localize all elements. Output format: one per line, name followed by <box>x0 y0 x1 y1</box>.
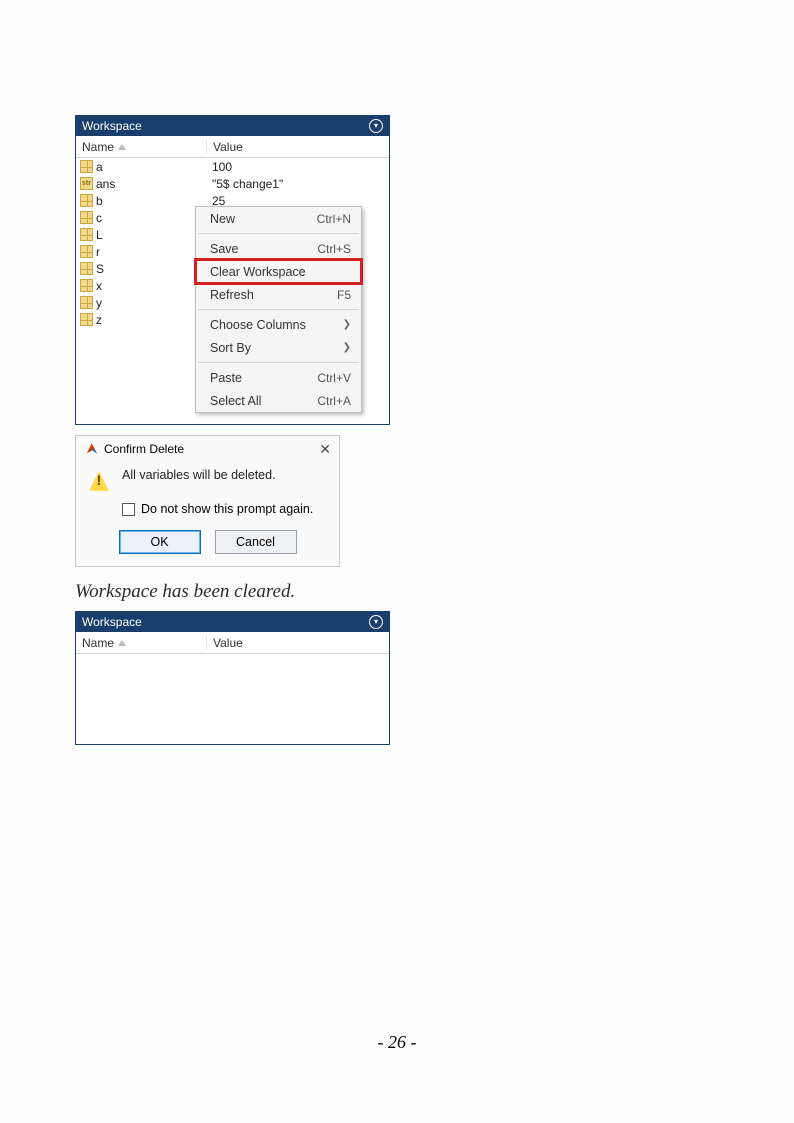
ctx-paste[interactable]: Paste Ctrl+V <box>196 366 361 389</box>
sort-ascending-icon <box>118 144 126 150</box>
separator <box>198 233 359 234</box>
col-name-label: Name <box>82 636 114 650</box>
numeric-var-icon <box>80 279 93 292</box>
variable-name: S <box>96 262 104 276</box>
numeric-var-icon <box>80 160 93 173</box>
panel-titlebar: Workspace ▾ <box>76 116 389 136</box>
col-header-name[interactable]: Name <box>76 636 206 650</box>
ctx-select-all[interactable]: Select All Ctrl+A <box>196 389 361 412</box>
variable-name: c <box>96 211 102 225</box>
panel-titlebar: Workspace ▾ <box>76 612 389 632</box>
separator <box>198 309 359 310</box>
warning-icon <box>88 470 110 492</box>
variable-value: 100 <box>206 160 389 174</box>
ctx-save-label: Save <box>210 242 317 256</box>
workspace-empty-body <box>76 654 389 744</box>
panel-menu-icon[interactable]: ▾ <box>369 119 383 133</box>
variable-name: ans <box>96 177 115 191</box>
variable-name: b <box>96 194 103 208</box>
workspace-columns-header: Name Value <box>76 136 389 158</box>
dialog-title: Confirm Delete <box>104 442 184 456</box>
col-value-label: Value <box>213 636 243 650</box>
panel-menu-icon[interactable]: ▾ <box>369 615 383 629</box>
page-number: - 26 - <box>0 1032 794 1053</box>
context-menu: New Ctrl+N Save Ctrl+S Clear Workspace R… <box>195 206 362 413</box>
variable-row[interactable]: strans "5$ change1" <box>76 175 389 192</box>
ctx-sort-by[interactable]: Sort By ❯ <box>196 336 361 359</box>
variable-name: a <box>96 160 103 174</box>
chevron-right-icon: ❯ <box>343 342 351 353</box>
ctx-refresh[interactable]: Refresh F5 <box>196 283 361 306</box>
ctx-choose-columns[interactable]: Choose Columns ❯ <box>196 313 361 336</box>
cancel-button[interactable]: Cancel <box>215 530 297 554</box>
string-var-icon: str <box>80 177 93 190</box>
matlab-logo-icon <box>84 442 98 456</box>
variable-name: z <box>96 313 102 327</box>
ctx-refresh-shortcut: F5 <box>337 288 351 302</box>
col-header-name[interactable]: Name <box>76 140 206 154</box>
dont-show-checkbox[interactable] <box>122 503 135 516</box>
ctx-clear-workspace[interactable]: Clear Workspace <box>196 260 361 283</box>
numeric-var-icon <box>80 313 93 326</box>
numeric-var-icon <box>80 228 93 241</box>
ctx-refresh-label: Refresh <box>210 288 337 302</box>
ctx-selall-shortcut: Ctrl+A <box>317 394 351 408</box>
ctx-cols-label: Choose Columns <box>210 318 343 332</box>
variable-name: r <box>96 245 100 259</box>
col-name-label: Name <box>82 140 114 154</box>
numeric-var-icon <box>80 245 93 258</box>
col-value-label: Value <box>213 140 243 154</box>
col-header-value[interactable]: Value <box>206 636 389 650</box>
cancel-label: Cancel <box>236 535 275 549</box>
variable-name: y <box>96 296 102 310</box>
numeric-var-icon <box>80 211 93 224</box>
dialog-message: All variables will be deleted. <box>122 468 276 482</box>
ctx-clear-label: Clear Workspace <box>210 265 351 279</box>
workspace-columns-header: Name Value <box>76 632 389 654</box>
close-icon[interactable]: ✕ <box>319 441 331 458</box>
ctx-new[interactable]: New Ctrl+N <box>196 207 361 230</box>
panel-title: Workspace <box>82 119 142 133</box>
caption-text: Workspace has been cleared. <box>75 581 719 603</box>
variable-row[interactable]: a 100 <box>76 158 389 175</box>
variable-name: x <box>96 279 102 293</box>
confirm-delete-dialog: Confirm Delete ✕ All variables will be d… <box>75 435 340 567</box>
panel-title: Workspace <box>82 615 142 629</box>
numeric-var-icon <box>80 262 93 275</box>
dialog-titlebar: Confirm Delete ✕ <box>76 436 339 462</box>
ok-label: OK <box>150 535 168 549</box>
ok-button[interactable]: OK <box>119 530 201 554</box>
ctx-paste-shortcut: Ctrl+V <box>317 371 351 385</box>
ctx-save[interactable]: Save Ctrl+S <box>196 237 361 260</box>
ctx-save-shortcut: Ctrl+S <box>317 242 351 256</box>
col-header-value[interactable]: Value <box>206 140 389 154</box>
sort-ascending-icon <box>118 640 126 646</box>
ctx-new-shortcut: Ctrl+N <box>317 212 351 226</box>
numeric-var-icon <box>80 296 93 309</box>
ctx-new-label: New <box>210 212 317 226</box>
dont-show-label: Do not show this prompt again. <box>141 502 313 516</box>
variable-name: L <box>96 228 103 242</box>
variable-value: "5$ change1" <box>206 177 389 191</box>
ctx-selall-label: Select All <box>210 394 317 408</box>
numeric-var-icon <box>80 194 93 207</box>
ctx-paste-label: Paste <box>210 371 317 385</box>
separator <box>198 362 359 363</box>
chevron-right-icon: ❯ <box>343 319 351 330</box>
ctx-sort-label: Sort By <box>210 341 343 355</box>
workspace-panel-2: Workspace ▾ Name Value <box>75 611 390 745</box>
